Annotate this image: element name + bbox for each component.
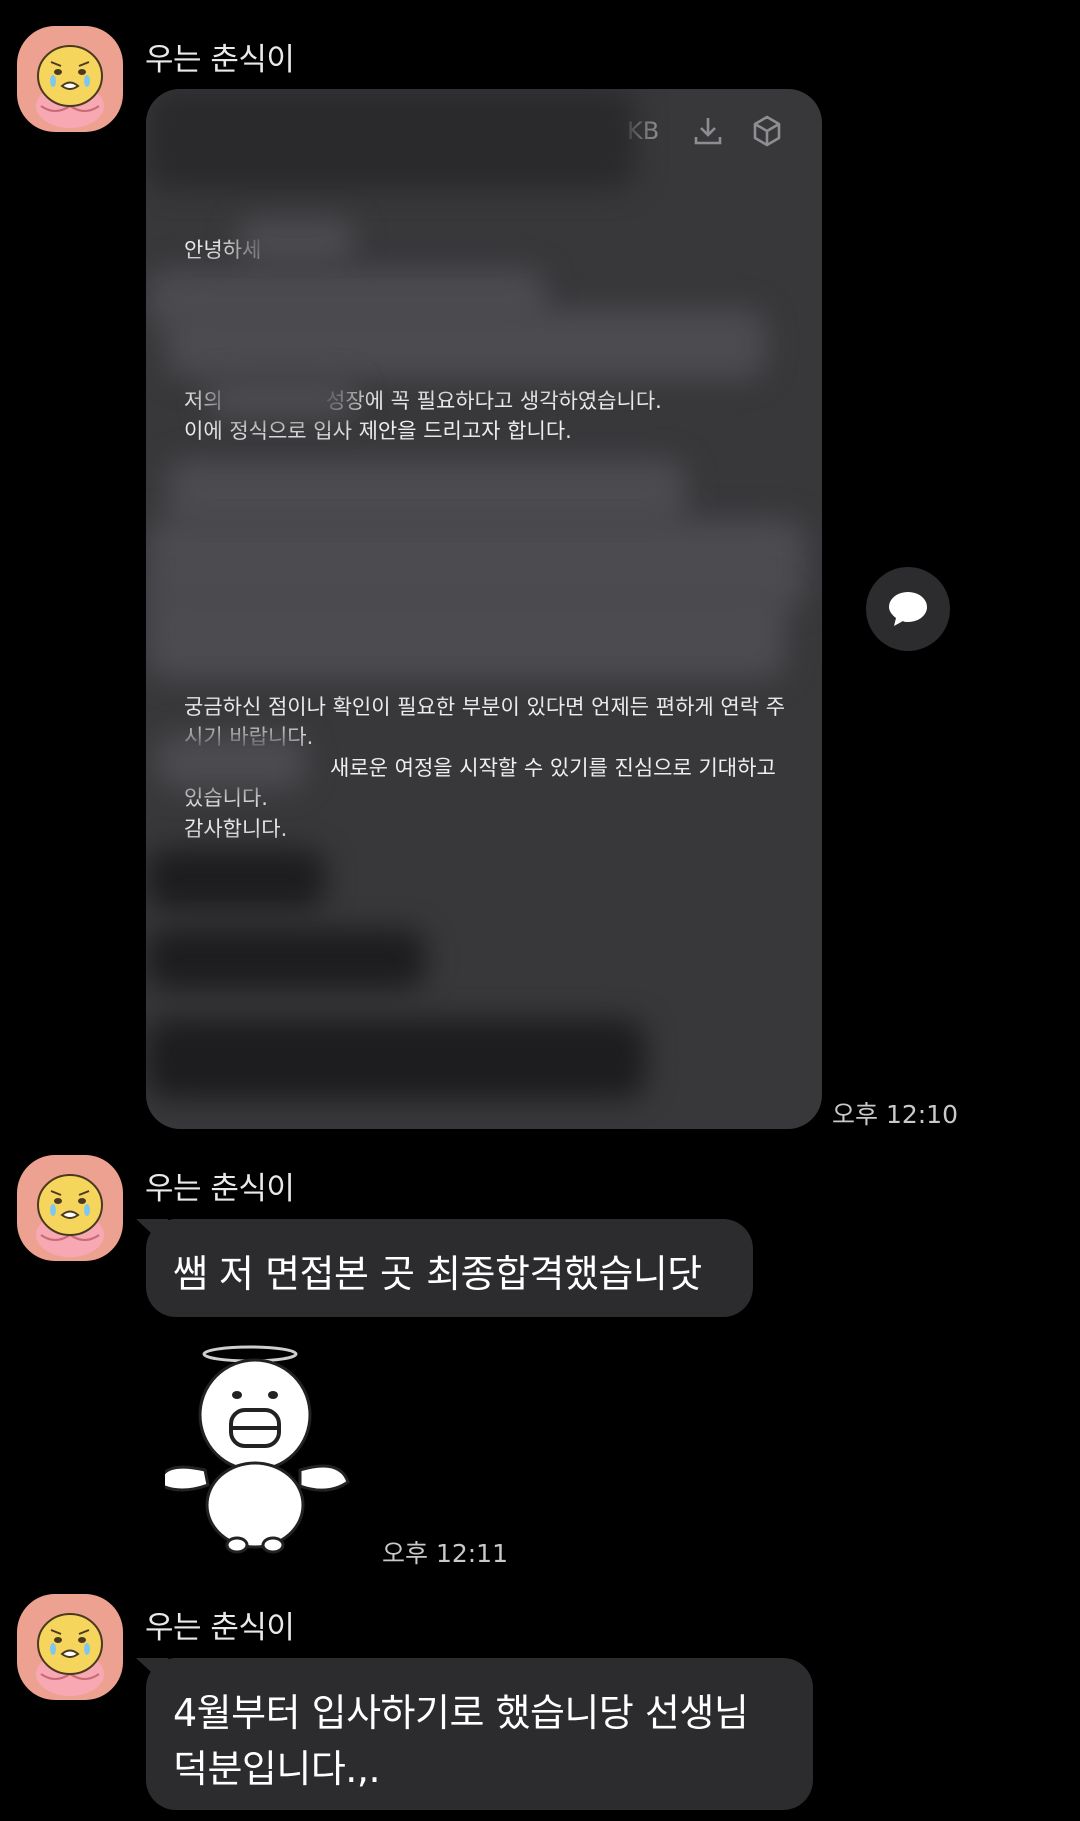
- download-icon[interactable]: [690, 113, 726, 149]
- redaction-blur: [146, 89, 636, 189]
- document-line: 이에 정식으로 입사 제안을 드리고자 합니다.: [184, 419, 572, 443]
- redaction-blur: [146, 849, 326, 909]
- sender-avatar[interactable]: [17, 1594, 123, 1700]
- message-time: 오후 12:11: [382, 1539, 508, 1568]
- redaction-blur: [146, 589, 786, 679]
- message-text-line: 덕분입니다.,.: [173, 1747, 381, 1791]
- sender-avatar[interactable]: [17, 1155, 123, 1261]
- chunsik-avatar-icon: [36, 1613, 104, 1696]
- sender-name: 우는 춘식이: [145, 42, 295, 78]
- cube-icon[interactable]: [749, 113, 785, 149]
- redaction-blur: [236, 219, 356, 263]
- message-bubble[interactable]: 쌤 저 면접본 곳 최종합격했습니닷: [146, 1219, 753, 1317]
- redaction-blur: [166, 309, 766, 379]
- document-line: 새로운 여정을 시작할 수 있기를 진심으로 기대하고: [330, 756, 776, 780]
- redaction-blur: [146, 929, 426, 989]
- angel-character-sticker[interactable]: [158, 1340, 355, 1555]
- document-line: 성장에 꼭 필요하다고 생각하였습니다.: [326, 389, 662, 413]
- redaction-blur: [156, 734, 306, 789]
- chunsik-avatar-icon: [36, 1174, 104, 1257]
- sender-name: 우는 춘식이: [145, 1171, 295, 1207]
- document-line: 감사합니다.: [184, 817, 288, 841]
- document-line: 궁금하신 점이나 확인이 필요한 부분이 있다면 언제든 편하게 연락 주: [184, 695, 786, 719]
- message-bubble[interactable]: 4월부터 입사하기로 했습니당 선생님 덕분입니다.,.: [146, 1658, 813, 1810]
- speech-bubble-icon: [889, 592, 927, 626]
- sender-avatar[interactable]: [17, 26, 123, 132]
- sender-name: 우는 춘식이: [145, 1610, 295, 1646]
- message-time: 오후 12:10: [832, 1100, 958, 1129]
- reply-button[interactable]: [866, 567, 950, 651]
- chunsik-avatar-icon: [36, 45, 104, 128]
- message-text-line: 4월부터 입사하기로 했습니당 선생님: [173, 1691, 749, 1735]
- redaction-blur: [146, 1019, 646, 1099]
- document-preview-card[interactable]: KB 안녕하세 저의 성장에 꼭 필요하다고 생각하였습니다. 이에 정식으로 …: [146, 89, 822, 1129]
- redaction-blur: [206, 379, 356, 419]
- message-text: 쌤 저 면접본 곳 최종합격했습니닷: [173, 1252, 702, 1296]
